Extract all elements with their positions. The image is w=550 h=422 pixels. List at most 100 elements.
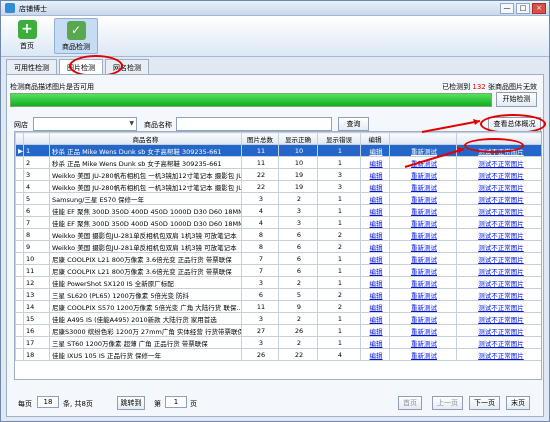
minimize-icon[interactable]: — (500, 3, 514, 14)
edit-link[interactable]: 编辑 (360, 300, 390, 313)
abnormal-images-link[interactable]: 测试不正常图片 (456, 228, 541, 241)
table-row[interactable]: 5 Samsung/三星 ES70 保修一年 3 2 1 编辑 重新测试 测试不正常图片 (15, 192, 541, 205)
abnormal-images-link[interactable]: 测试不正常图片 (456, 156, 541, 169)
prev-page-button[interactable]: 上一页 (432, 396, 463, 410)
table-row[interactable]: 16 尼康S3000 缤纷色彩 1200万 27mm广角 实体经营 行货带票联保 2… (15, 324, 541, 337)
table-row[interactable]: 2 秒杀 正品 Mike Wens Dunk sb 女子高帮鞋 309235-66… (15, 156, 541, 169)
tab-image-check[interactable]: 图片检测 (59, 59, 103, 75)
table-row[interactable]: 8 Weikko 美国 摄影包JU-281单反相机包双肩 1机3镜 可放笔记本 8 6… (15, 228, 541, 241)
edit-link[interactable]: 编辑 (360, 276, 390, 289)
tab-netname-check[interactable]: 网名检测 (105, 59, 149, 74)
abnormal-images-link[interactable]: 测试不正常图片 (456, 336, 541, 349)
header-correct[interactable]: 显示正确 (278, 132, 318, 145)
abnormal-images-link[interactable]: 测试不正常图片 (456, 180, 541, 193)
table-row[interactable]: 18 佳能 IXUS 105 IS 正品行货 保修一年 26 22 4 编辑 重新测试 测试不… (15, 348, 541, 361)
abnormal-images-link[interactable]: 测试不正常图片 (456, 240, 541, 253)
last-page-button[interactable]: 末页 (506, 396, 530, 410)
abnormal-images-link[interactable]: 测试不正常图片 (456, 192, 541, 205)
retest-link[interactable]: 重新测试 (389, 240, 457, 253)
abnormal-images-link[interactable]: 测试不正常图片 (456, 264, 541, 277)
abnormal-images-link[interactable]: 测试不正常图片 (456, 252, 541, 265)
edit-link[interactable]: 编辑 (360, 240, 390, 253)
table-row[interactable]: 14 尼康 COOLPIX S570 1200万像素 5倍光变 广角 大陆行货 联… (15, 300, 541, 313)
edit-link[interactable]: 编辑 (360, 168, 390, 181)
edit-link[interactable]: 编辑 (360, 312, 390, 325)
abnormal-images-link[interactable]: 测试不正常图片 (456, 144, 541, 157)
header-product-name[interactable]: 商品名称 (49, 132, 242, 145)
edit-link[interactable]: 编辑 (360, 156, 390, 169)
retest-link[interactable]: 重新测试 (389, 264, 457, 277)
edit-link[interactable]: 编辑 (360, 180, 390, 193)
product-name-input[interactable] (176, 117, 332, 131)
edit-link[interactable]: 编辑 (360, 228, 390, 241)
home-button[interactable]: + 首页 (5, 18, 49, 54)
retest-link[interactable]: 重新测试 (389, 312, 457, 325)
edit-link[interactable]: 编辑 (360, 288, 390, 301)
table-row[interactable]: 12 佳能 PowerShot SX120 IS 全新原厂标配 3 2 1 编辑 重新测试测… (15, 276, 541, 289)
table-row[interactable]: ▶ 1 秒杀 正品 Mike Wens Dunk sb 女子高帮鞋 309235-6… (15, 144, 541, 157)
error-cell: 1 (317, 156, 361, 169)
retest-link[interactable]: 重新测试 (389, 228, 457, 241)
retest-link[interactable]: 重新测试 (389, 276, 457, 289)
retest-link[interactable]: 重新测试 (389, 168, 457, 181)
abnormal-images-link[interactable]: 测试不正常图片 (456, 288, 541, 301)
row-index: 9 (23, 240, 50, 253)
table-row[interactable]: 7 佳能 EF 聚焦 300D 350D 400D 450D 1000D D30 … (15, 216, 541, 229)
table-row[interactable]: 10 尼康 COOLPIX L21 800万像素 3.6倍光变 正品行货 带票联保… (15, 252, 541, 265)
edit-link[interactable]: 编辑 (360, 336, 390, 349)
abnormal-images-link[interactable]: 测试不正常图片 (456, 300, 541, 313)
retest-link[interactable]: 重新测试 (389, 192, 457, 205)
header-error[interactable]: 显示错误 (317, 132, 361, 145)
table-row[interactable]: 13 三星 SL620 (PL65) 1200万像素 5倍光变 防抖 6 5 2 编辑 重新… (15, 288, 541, 301)
pager: 每页 18 条, 共8页 跳转到 第 1 页 首页 上一页 下一页 末页 (1, 392, 549, 410)
edit-link[interactable]: 编辑 (360, 144, 390, 157)
row-indicator (15, 288, 24, 301)
first-page-button[interactable]: 首页 (398, 396, 422, 410)
retest-link[interactable]: 重新测试 (389, 216, 457, 229)
retest-link[interactable]: 重新测试 (389, 156, 457, 169)
start-detection-button[interactable]: 开始检测 (496, 92, 537, 107)
edit-link[interactable]: 编辑 (360, 264, 390, 277)
retest-link[interactable]: 重新测试 (389, 204, 457, 217)
table-row[interactable]: 15 佳能 A495 IS (佳能A495) 2010新款 大陆行货 家用首选 3 2… (15, 312, 541, 325)
shop-select[interactable] (33, 117, 137, 131)
retest-link[interactable]: 重新测试 (389, 348, 457, 361)
abnormal-images-link[interactable]: 测试不正常图片 (456, 216, 541, 229)
table-row[interactable]: 6 佳能 EF 聚焦 300D 350D 400D 450D 1000D D30 … (15, 204, 541, 217)
overview-button[interactable]: 查看总体概况 (488, 117, 541, 132)
table-row[interactable]: 3 Weikko 美国 JU-280帆布相机包 一机3镜加12寸笔记本 摄影包 J… (15, 168, 541, 181)
edit-link[interactable]: 编辑 (360, 204, 390, 217)
retest-link[interactable]: 重新测试 (389, 324, 457, 337)
retest-link[interactable]: 重新测试 (389, 336, 457, 349)
edit-link[interactable]: 编辑 (360, 252, 390, 265)
page-input[interactable]: 1 (165, 396, 187, 408)
abnormal-images-link[interactable]: 测试不正常图片 (456, 168, 541, 181)
product-check-button[interactable]: ✓ 商品检测 (54, 18, 98, 54)
table-row[interactable]: 4 Weikko 美国 JU-280帆布相机包 一机3镜加12寸笔记本 摄影包 J… (15, 180, 541, 193)
edit-link[interactable]: 编辑 (360, 324, 390, 337)
retest-link[interactable]: 重新测试 (389, 180, 457, 193)
close-icon[interactable]: × (532, 3, 546, 14)
edit-link[interactable]: 编辑 (360, 216, 390, 229)
edit-link[interactable]: 编辑 (360, 192, 390, 205)
edit-link[interactable]: 编辑 (360, 348, 390, 361)
tab-availability[interactable]: 可用性检测 (6, 59, 57, 74)
table-row[interactable]: 9 Weikko 美国 摄影包JU-281单反相机包双肩 1机3镜 可放笔记本 8 6… (15, 240, 541, 253)
per-page-input[interactable]: 18 (37, 396, 59, 408)
abnormal-images-link[interactable]: 测试不正常图片 (456, 204, 541, 217)
abnormal-images-link[interactable]: 测试不正常图片 (456, 324, 541, 337)
query-button[interactable]: 查询 (338, 117, 369, 131)
retest-link[interactable]: 重新测试 (389, 144, 457, 157)
retest-link[interactable]: 重新测试 (389, 288, 457, 301)
abnormal-images-link[interactable]: 测试不正常图片 (456, 348, 541, 361)
next-page-button[interactable]: 下一页 (469, 396, 500, 410)
table-row[interactable]: 11 尼康 COOLPIX L21 800万像素 3.6倍光变 正品行货 带票联保… (15, 264, 541, 277)
retest-link[interactable]: 重新测试 (389, 300, 457, 313)
maximize-icon[interactable]: □ (516, 3, 530, 14)
jump-button[interactable]: 跳转到 (117, 396, 145, 410)
retest-link[interactable]: 重新测试 (389, 252, 457, 265)
abnormal-images-link[interactable]: 测试不正常图片 (456, 312, 541, 325)
abnormal-images-link[interactable]: 测试不正常图片 (456, 276, 541, 289)
table-row[interactable]: 17 三星 ST60 1200万像素 超薄 广角 正品行货 带票联保 3 2 1 编辑 重新… (15, 336, 541, 349)
header-total-images[interactable]: 图片总数 (241, 132, 279, 145)
